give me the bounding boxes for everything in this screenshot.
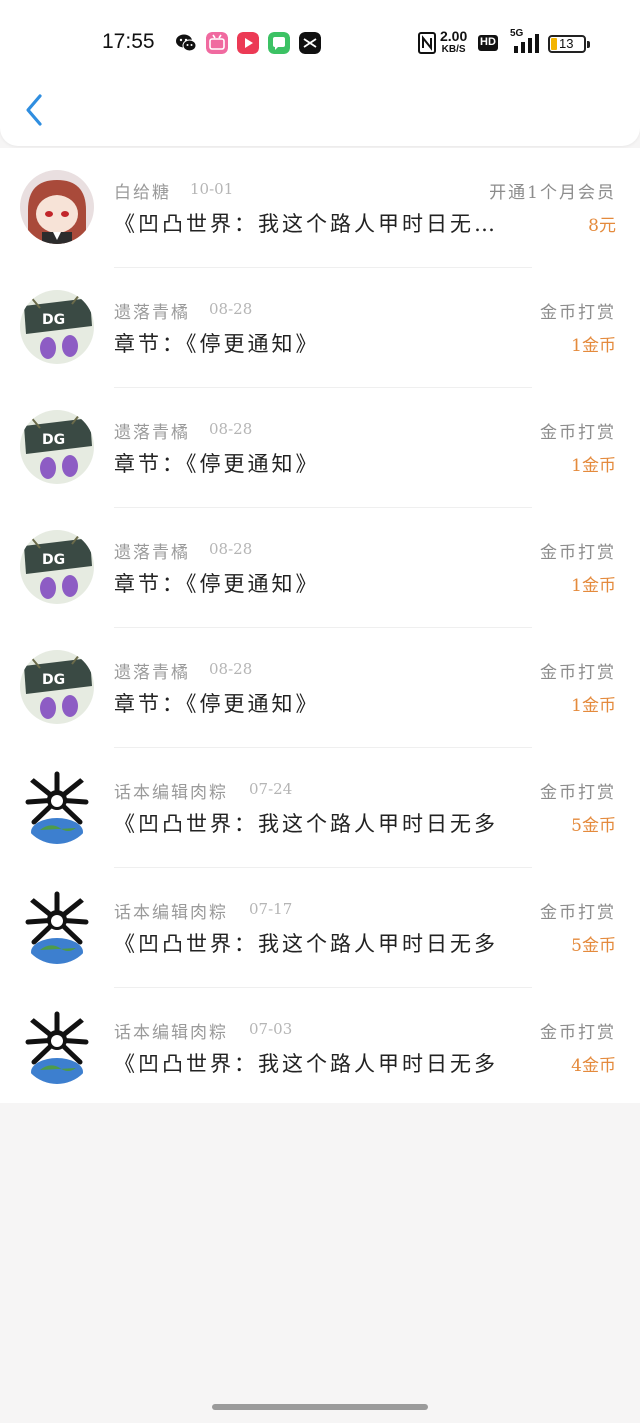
reward-type: 金币打赏 <box>540 303 616 323</box>
wechat-icon <box>176 34 197 52</box>
anime-girl-avatar-icon <box>20 170 94 244</box>
reward-title: 《凹凸世界：我这个路人甲时日无多啊》 <box>114 932 494 956</box>
sender-name: 话本编辑肉粽 <box>114 1023 228 1043</box>
sender-name: 话本编辑肉粽 <box>114 783 228 803</box>
reward-row[interactable]: 话本编辑肉粽 07-17 金币打赏 《凹凸世界：我这个路人甲时日无多啊》 5金币 <box>0 868 640 988</box>
doll-avatar-icon: DG <box>20 530 94 604</box>
messages-icon <box>268 32 290 54</box>
reward-date: 08-28 <box>209 300 253 318</box>
reward-row[interactable]: DG 遗落青橘 08-28 金币打赏 章节：《停更通知》 1金币 <box>0 268 640 388</box>
top-bar: 17:55 2.00 KB/S HD 5G 13 <box>0 0 640 146</box>
reward-title: 章节：《停更通知》 <box>114 332 320 356</box>
signal-icon <box>514 34 539 53</box>
hd-badge: HD <box>478 35 498 51</box>
avatar[interactable] <box>20 170 94 244</box>
reward-date: 07-17 <box>249 900 293 918</box>
reward-title: 章节：《停更通知》 <box>114 692 320 716</box>
avatar[interactable] <box>20 890 94 964</box>
network-speed-value: 2.00 <box>440 28 468 44</box>
reward-amount: 1金币 <box>571 336 616 356</box>
doll-avatar-icon: DG <box>20 410 94 484</box>
reward-amount: 8元 <box>588 216 616 236</box>
avatar[interactable]: DG <box>20 290 94 364</box>
sender-name: 话本编辑肉粽 <box>114 903 228 923</box>
reward-row[interactable]: 白给糖 10-01 开通1个月会员 《凹凸世界：我这个路人甲时日无… 8元 <box>0 148 640 268</box>
reward-amount: 1金币 <box>571 696 616 716</box>
reward-type: 金币打赏 <box>540 543 616 563</box>
reward-list: 白给糖 10-01 开通1个月会员 《凹凸世界：我这个路人甲时日无… 8元 DG… <box>0 148 640 1103</box>
sender-name: 遗落青橘 <box>114 303 190 323</box>
sender-name: 白给糖 <box>114 183 171 203</box>
reward-title: 《凹凸世界：我这个路人甲时日无多啊》 <box>114 1052 494 1076</box>
reward-type: 开通1个月会员 <box>489 183 616 203</box>
battery-icon: 13 <box>548 35 590 53</box>
reward-type: 金币打赏 <box>540 903 616 923</box>
sender-name: 遗落青橘 <box>114 663 190 683</box>
reward-amount: 1金币 <box>571 576 616 596</box>
avatar[interactable]: DG <box>20 410 94 484</box>
status-bar: 17:55 2.00 KB/S HD 5G 13 <box>0 26 640 60</box>
doll-avatar-icon: DG <box>20 650 94 724</box>
home-indicator[interactable] <box>212 1404 428 1410</box>
hd-label: HD <box>480 36 496 48</box>
reward-row[interactable]: 话本编辑肉粽 07-03 金币打赏 《凹凸世界：我这个路人甲时日无多啊》 4金币 <box>0 988 640 1108</box>
svg-text:DG: DG <box>42 672 65 688</box>
svg-text:DG: DG <box>42 432 65 448</box>
status-time: 17:55 <box>102 30 155 53</box>
reward-amount: 1金币 <box>571 456 616 476</box>
reward-date: 10-01 <box>190 180 234 198</box>
reward-title: 章节：《停更通知》 <box>114 572 320 596</box>
reward-amount: 5金币 <box>571 816 616 836</box>
reward-date: 08-28 <box>209 540 253 558</box>
network-speed-unit: KB/S <box>441 44 466 55</box>
doll-avatar-icon: DG <box>20 290 94 364</box>
reward-date: 08-28 <box>209 420 253 438</box>
reward-date: 07-24 <box>249 780 293 798</box>
chevron-left-icon[interactable] <box>22 92 50 128</box>
reward-row[interactable]: DG 遗落青橘 08-28 金币打赏 章节：《停更通知》 1金币 <box>0 388 640 508</box>
reward-title: 《凹凸世界：我这个路人甲时日无… <box>114 212 494 236</box>
battery-level <box>551 38 557 50</box>
video-play-icon <box>237 32 259 54</box>
reward-amount: 4金币 <box>571 1056 616 1076</box>
earth-bones-avatar-icon <box>20 1010 94 1084</box>
reward-title: 章节：《停更通知》 <box>114 452 320 476</box>
reward-date: 07-03 <box>249 1020 293 1038</box>
reward-type: 金币打赏 <box>540 663 616 683</box>
reward-type: 金币打赏 <box>540 783 616 803</box>
sender-name: 遗落青橘 <box>114 543 190 563</box>
reward-type: 金币打赏 <box>540 423 616 443</box>
battery-percent: 13 <box>559 36 574 51</box>
svg-text:DG: DG <box>42 552 65 568</box>
reward-date: 08-28 <box>209 660 253 678</box>
reward-row[interactable]: DG 遗落青橘 08-28 金币打赏 章节：《停更通知》 1金币 <box>0 508 640 628</box>
capcut-icon <box>299 32 321 54</box>
avatar[interactable] <box>20 1010 94 1084</box>
sender-name: 遗落青橘 <box>114 423 190 443</box>
svg-text:DG: DG <box>42 312 65 328</box>
avatar[interactable] <box>20 770 94 844</box>
avatar[interactable]: DG <box>20 530 94 604</box>
nfc-icon <box>418 32 436 54</box>
bilibili-icon <box>206 32 228 54</box>
reward-type: 金币打赏 <box>540 1023 616 1043</box>
battery-cap <box>587 41 590 48</box>
network-speed: 2.00 KB/S <box>440 29 467 57</box>
avatar[interactable]: DG <box>20 650 94 724</box>
reward-row[interactable]: 话本编辑肉粽 07-24 金币打赏 《凹凸世界：我这个路人甲时日无多啊》 5金币 <box>0 748 640 868</box>
reward-amount: 5金币 <box>571 936 616 956</box>
earth-bones-avatar-icon <box>20 890 94 964</box>
reward-title: 《凹凸世界：我这个路人甲时日无多啊》 <box>114 812 494 836</box>
reward-row[interactable]: DG 遗落青橘 08-28 金币打赏 章节：《停更通知》 1金币 <box>0 628 640 748</box>
earth-bones-avatar-icon <box>20 770 94 844</box>
